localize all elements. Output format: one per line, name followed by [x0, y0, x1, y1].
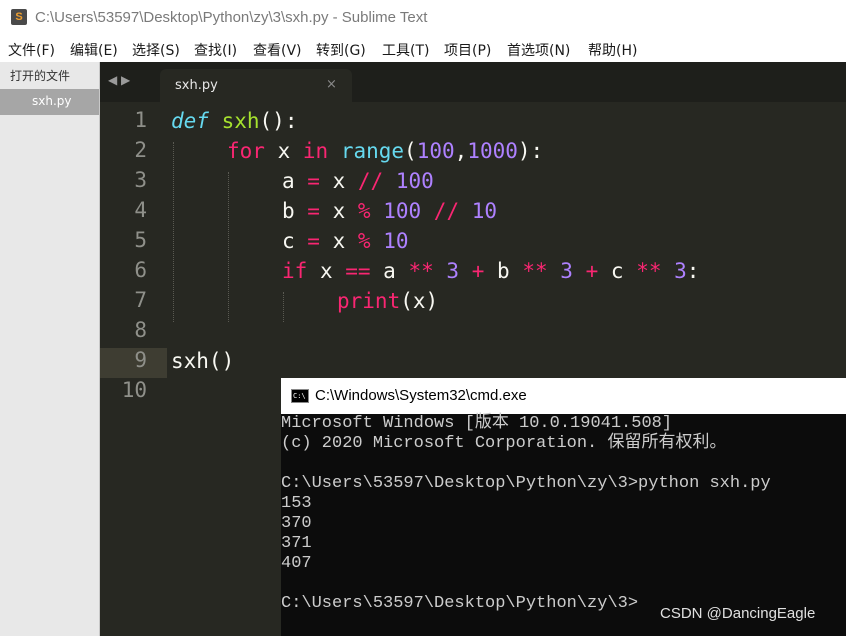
tab-label: sxh.py [175, 78, 218, 93]
cmd-line: 370 [281, 514, 312, 533]
sidebar: 打开的文件 sxh.py [0, 62, 100, 636]
close-icon[interactable]: × [326, 77, 337, 92]
tab-nav-arrows-icon[interactable]: ◀ ▶ [108, 73, 130, 87]
terminal-icon: C:\ [291, 389, 309, 403]
code-line-1: def sxh(): [171, 109, 298, 133]
line-number: 3 [134, 168, 147, 192]
code-area[interactable]: def sxh(): for x in range(100,1000): a =… [171, 102, 699, 630]
sublime-text-icon: S [11, 9, 27, 25]
menu-tools[interactable]: 工具(T) [382, 40, 429, 60]
menu-selection[interactable]: 选择(S) [132, 40, 180, 60]
cmd-window-title: C:\Windows\System32\cmd.exe [315, 387, 527, 404]
code-line-4: b = x % 100 // 10 [282, 199, 498, 223]
sidebar-item-label: sxh.py [32, 94, 72, 108]
line-number: 6 [134, 258, 147, 282]
tab-sxh-py[interactable]: sxh.py × [160, 69, 352, 102]
menu-bar: 文件(F) 编辑(E) 选择(S) 查找(I) 查看(V) 转到(G) 工具(T… [0, 36, 846, 62]
csdn-watermark: CSDN @DancingEagle [660, 605, 816, 622]
window-title: C:\Users\53597\Desktop\Python\zy\3\sxh.p… [35, 9, 428, 26]
sidebar-header: 打开的文件 [10, 69, 71, 83]
code-line-9: sxh() [171, 349, 235, 373]
line-number: 5 [134, 228, 147, 252]
line-number: 10 [121, 378, 147, 402]
line-number: 9 [134, 348, 147, 372]
line-number: 8 [134, 318, 147, 342]
menu-project[interactable]: 项目(P) [444, 40, 491, 60]
menu-find[interactable]: 查找(I) [194, 40, 237, 60]
code-line-6: if x == a ** 3 + b ** 3 + c ** 3: [282, 259, 700, 283]
menu-view[interactable]: 查看(V) [253, 40, 302, 60]
cmd-prompt: C:\Users\53597\Desktop\Python\zy\3> [281, 594, 639, 613]
menu-goto[interactable]: 转到(G) [316, 40, 366, 60]
code-line-5: c = x % 10 [282, 229, 409, 253]
cmd-line: 407 [281, 554, 312, 573]
code-line-3: a = x // 100 [282, 169, 434, 193]
menu-file[interactable]: 文件(F) [8, 40, 55, 60]
cmd-line: Microsoft Windows [版本 10.0.19041.508] [281, 414, 673, 433]
sidebar-item-sxh-py[interactable]: sxh.py [0, 89, 99, 115]
cmd-line: 153 [281, 494, 312, 513]
menu-edit[interactable]: 编辑(E) [70, 40, 118, 60]
line-number: 7 [134, 288, 147, 312]
line-number: 4 [134, 198, 147, 222]
indent-guide [283, 292, 284, 322]
indent-guide [173, 142, 174, 322]
cmd-window[interactable]: C:\ C:\Windows\System32\cmd.exe Microsof… [281, 378, 846, 636]
tab-strip: ◀ ▶ sxh.py × [100, 62, 846, 102]
cmd-line: (c) 2020 Microsoft Corporation. 保留所有权利。 [281, 434, 727, 453]
window-title-bar: S C:\Users\53597\Desktop\Python\zy\3\sxh… [0, 0, 846, 36]
cmd-line: 371 [281, 534, 312, 553]
menu-preferences[interactable]: 首选项(N) [507, 40, 570, 60]
line-number: 2 [134, 138, 147, 162]
line-number: 1 [134, 108, 147, 132]
menu-help[interactable]: 帮助(H) [588, 40, 637, 60]
cmd-title-bar[interactable]: C:\ C:\Windows\System32\cmd.exe [281, 378, 846, 414]
code-line-7: print(x) [337, 289, 439, 313]
code-line-2: for x in range(100,1000): [227, 139, 544, 163]
cmd-line: C:\Users\53597\Desktop\Python\zy\3>pytho… [281, 474, 771, 493]
indent-guide [228, 172, 229, 322]
